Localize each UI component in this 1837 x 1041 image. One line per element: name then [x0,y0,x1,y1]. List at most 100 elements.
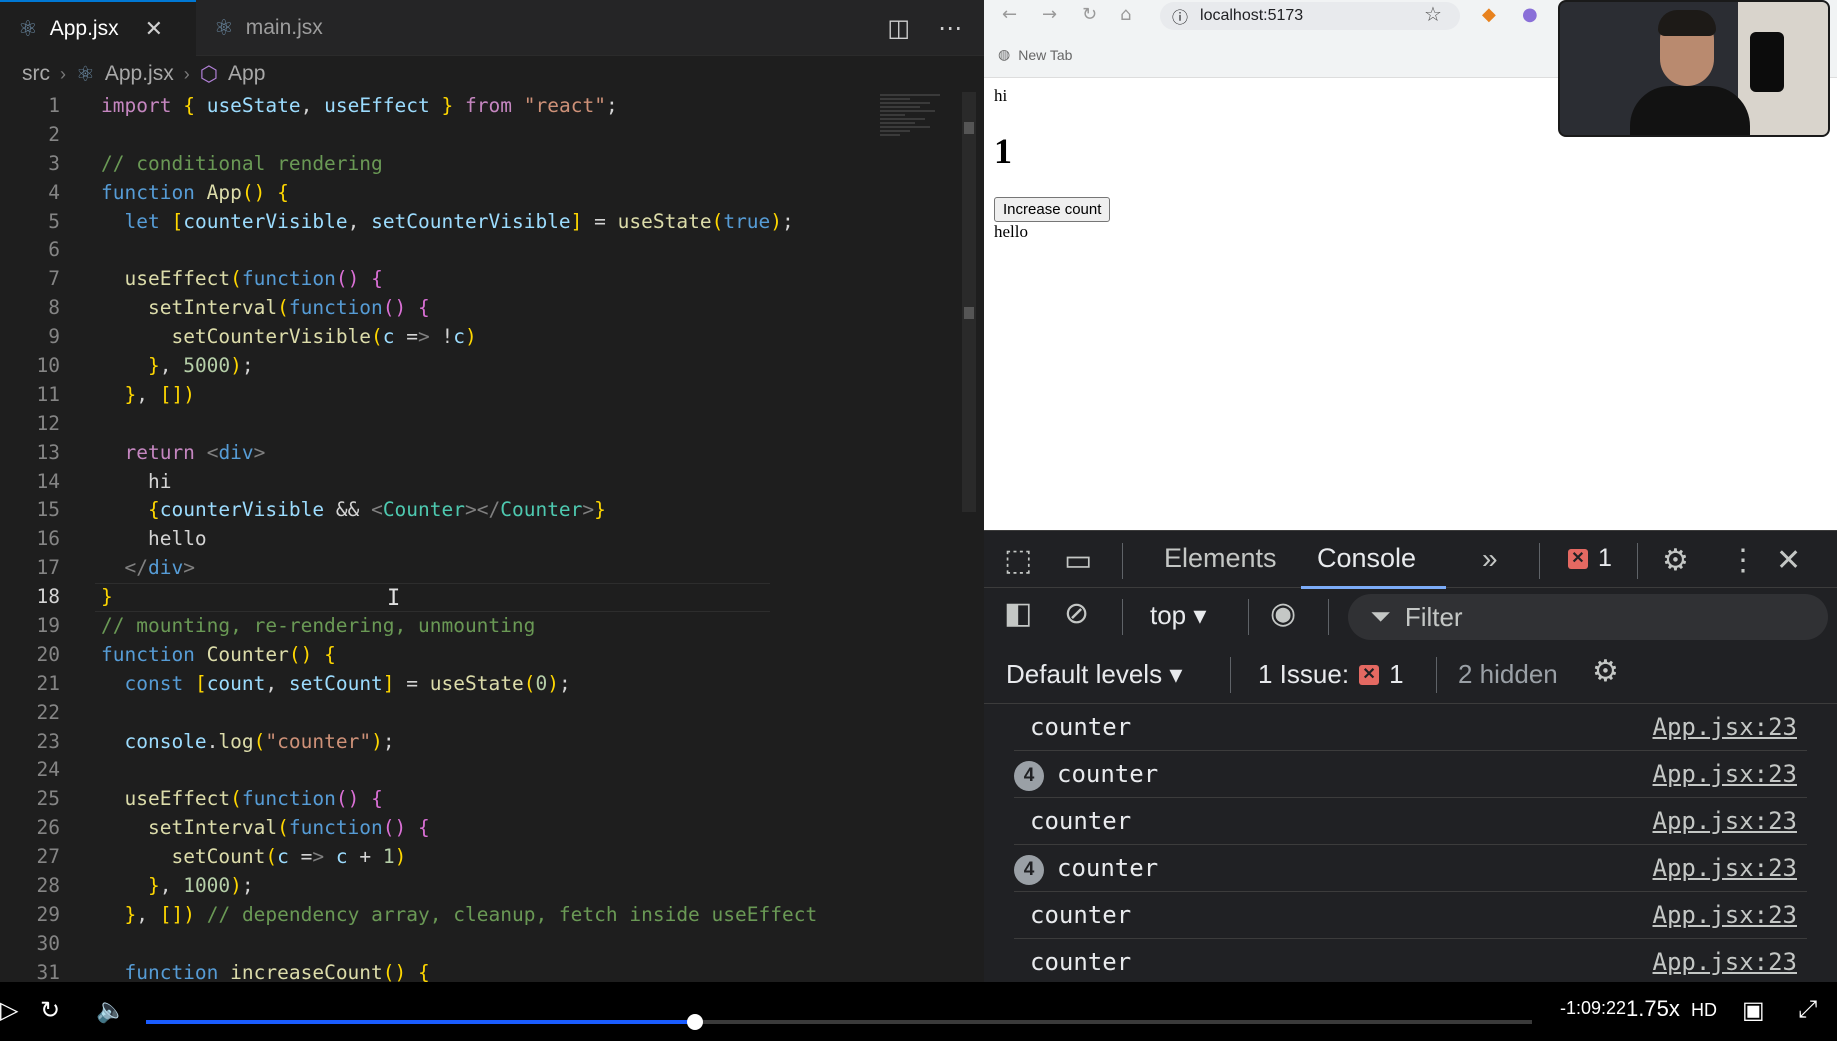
hd-icon[interactable]: HD [1691,1000,1717,1021]
breadcrumb-file[interactable]: App.jsx [105,62,174,86]
console-levels-bar: Default levels ▾ 1 Issue: ✕ 1 2 hidden ⚙ [984,646,1837,704]
code-line[interactable]: 16 hello [0,525,880,554]
code-line[interactable]: 5 let [counterVisible, setCounterVisible… [0,208,880,237]
sidebar-toggle-icon[interactable]: ◧ [1004,596,1032,631]
tab-label: App.jsx [49,17,119,40]
close-icon[interactable]: ✕ [145,16,163,42]
close-icon[interactable]: ✕ [1776,543,1801,578]
inspect-element-icon[interactable]: ⬚ [1004,543,1032,578]
line-number: 25 [36,787,60,811]
eye-icon[interactable]: ◉ [1270,596,1296,631]
error-icon: ✕ [1359,664,1380,685]
minimap[interactable] [880,92,950,192]
progress-bar[interactable] [146,1014,1532,1030]
more-tabs-icon[interactable]: » [1482,543,1498,575]
log-levels-select[interactable]: Default levels ▾ [1006,659,1182,690]
breadcrumb-symbol[interactable]: App [228,62,265,86]
code-line[interactable]: 23 console.log("counter"); [0,728,880,757]
console-settings-gear-icon[interactable]: ⚙ [1592,654,1619,689]
source-link[interactable]: App.jsx:23 [1653,713,1798,741]
code-line[interactable]: 29 }, []) // dependency array, cleanup, … [0,901,880,930]
playback-speed[interactable]: 1.75x [1626,996,1680,1022]
code-line[interactable]: 8 setInterval(function() { [0,294,880,323]
console-message-text: counter [1030,901,1132,929]
code-line[interactable]: 21 const [count, setCount] = useState(0)… [0,670,880,699]
back-icon[interactable]: ← [1002,4,1017,25]
source-link[interactable]: App.jsx:23 [1653,854,1798,882]
progress-knob[interactable] [686,1014,703,1030]
code-line[interactable]: 10 }, 5000); [0,352,880,381]
site-info-icon[interactable]: ⓘ [1172,4,1188,28]
forward-icon[interactable]: → [1042,4,1057,25]
device-toolbar-icon[interactable]: ▭ [1064,543,1092,578]
code-line[interactable]: 13 return <div> [0,439,880,468]
code-text: }, []) // dependency array, cleanup, fet… [124,902,818,926]
code-line[interactable]: 17 </div> [0,554,880,583]
code-line[interactable]: 1 import { useState, useEffect } from "re… [0,92,880,121]
tab-app-jsx[interactable]: ⚛ App.jsx ✕ [0,0,196,56]
reload-icon[interactable]: ↻ [1082,4,1097,25]
code-text: }, 1000); [147,874,254,898]
bookmark-star-icon[interactable]: ☆ [1424,2,1442,26]
code-line[interactable]: 20 function Counter() { [0,641,880,670]
more-options-icon[interactable]: ⋮ [1728,543,1758,578]
code-line[interactable]: 25 useEffect(function() { [0,785,880,814]
chevron-right-icon: › [60,63,66,84]
tab-main-jsx[interactable]: ⚛ main.jsx [196,0,378,56]
line-number: 18 [36,585,60,609]
code-line[interactable]: 4 function App() { [0,179,880,208]
code-line[interactable]: 9 setCounterVisible(c => !c) [0,323,880,352]
more-actions-icon[interactable]: ⋯ [938,14,962,42]
code-area[interactable]: 1 import { useState, useEffect } from "re… [0,92,880,982]
play-icon[interactable]: ▷ [0,996,18,1025]
console-message: counter App.jsx:23 [1014,798,1807,845]
code-line[interactable]: 14 hi [0,468,880,497]
code-line[interactable]: 24 [0,756,880,785]
address-bar[interactable]: ⓘ localhost:5173 [1160,2,1460,30]
code-line[interactable]: 26 setInterval(function() { [0,814,880,843]
bookmark-new-tab[interactable]: ◍ New Tab [998,46,1072,63]
increase-count-button[interactable]: Increase count [994,197,1111,222]
code-line[interactable]: 22 [0,699,880,728]
tab-console[interactable]: Console [1317,543,1416,574]
metamask-extension-icon[interactable]: ◆ [1482,4,1496,25]
source-link[interactable]: App.jsx:23 [1653,807,1798,835]
code-line[interactable]: 2 [0,121,880,150]
code-line[interactable]: 11 }, []) [0,381,880,410]
page-viewport: hi 1 Increase count hello [984,78,1837,530]
console-message: counter App.jsx:23 [1014,939,1807,986]
source-link[interactable]: App.jsx:23 [1653,760,1798,788]
clear-console-icon[interactable]: ⊘ [1064,596,1089,631]
replay-icon[interactable]: ↻ [40,996,60,1025]
line-number: 5 [48,209,60,233]
fullscreen-icon[interactable]: ⤢ [1798,996,1817,1024]
code-line[interactable]: 28 }, 1000); [0,872,880,901]
filter-input[interactable]: ⏷ Filter [1348,594,1828,640]
issues-button[interactable]: 1 Issue: ✕ 1 [1258,659,1404,690]
code-line[interactable]: 12 [0,410,880,439]
tab-elements[interactable]: Elements [1164,543,1277,574]
browser-window: ← → ↻ ⌂ ⓘ localhost:5173 ☆ ◆ ● ◍ New Tab… [984,0,1837,986]
volume-icon[interactable]: 🔈 [96,996,126,1025]
error-count-badge[interactable]: ✕ 1 [1568,544,1612,573]
code-line[interactable]: 27 setCount(c => c + 1) [0,843,880,872]
code-line[interactable]: 31 function increaseCount() { [0,959,880,982]
pip-icon[interactable]: ▣ [1742,996,1765,1025]
code-text: setCounterVisible(c => !c) [171,325,477,349]
extension-icon[interactable]: ● [1522,4,1538,25]
breadcrumb-folder[interactable]: src [22,62,50,86]
source-link[interactable]: App.jsx:23 [1653,901,1798,929]
code-line[interactable]: 3 // conditional rendering [0,150,880,179]
context-select[interactable]: top ▾ [1150,600,1206,631]
code-line[interactable]: 6 [0,236,880,265]
code-line[interactable]: 30 [0,930,880,959]
code-line[interactable]: 19 // mounting, re-rendering, unmounting [0,612,880,641]
gear-icon[interactable]: ⚙ [1662,543,1689,578]
code-line[interactable]: 18} [0,583,880,613]
home-icon[interactable]: ⌂ [1120,4,1131,25]
source-link[interactable]: App.jsx:23 [1653,948,1798,976]
code-line[interactable]: 15 {counterVisible && <Counter></Counter… [0,496,880,525]
editor-scrollbar[interactable] [962,92,976,512]
code-line[interactable]: 7 useEffect(function() { [0,265,880,294]
split-editor-icon[interactable]: ◫ [887,14,910,42]
